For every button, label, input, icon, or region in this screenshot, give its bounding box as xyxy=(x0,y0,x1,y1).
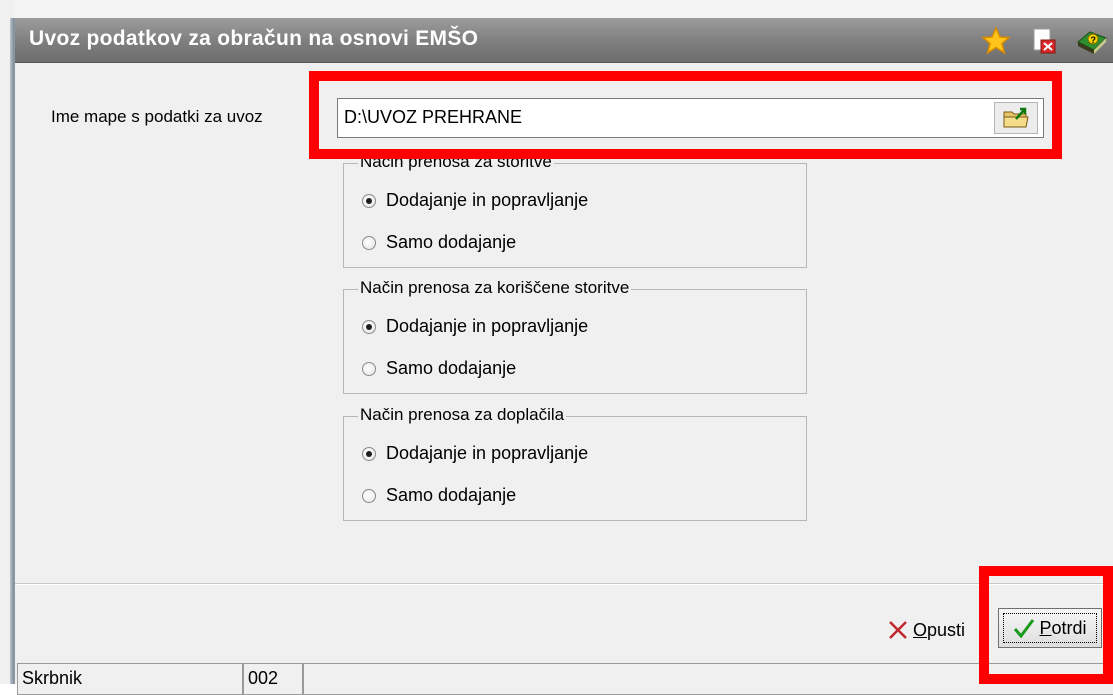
help-book-icon[interactable]: ? xyxy=(1076,25,1108,57)
radio-button[interactable] xyxy=(362,319,376,334)
radio-add-and-edit[interactable]: Dodajanje in popravljanje xyxy=(362,190,588,211)
window-title: Uvoz podatkov za obračun na osnovi EMŠO xyxy=(29,27,479,50)
radio-add-and-edit[interactable]: Dodajanje in popravljanje xyxy=(362,316,588,337)
close-x-icon xyxy=(889,621,907,639)
radio-button[interactable] xyxy=(362,361,376,376)
folder-browse-icon xyxy=(1003,107,1029,128)
star-icon[interactable] xyxy=(980,25,1012,57)
title-bar-icons: ? xyxy=(980,24,1113,58)
cancel-label: Opusti xyxy=(913,619,966,640)
radio-add-only[interactable]: Samo dodajanje xyxy=(362,232,516,253)
status-user: Skrbnik xyxy=(17,663,243,695)
divider xyxy=(15,584,1113,585)
radio-label: Samo dodajanje xyxy=(386,232,517,252)
radio-label: Dodajanje in popravljanje xyxy=(386,316,589,336)
svg-text:?: ? xyxy=(1091,35,1097,45)
status-extra xyxy=(303,663,1113,695)
radio-label: Dodajanje in popravljanje xyxy=(386,443,589,463)
close-document-icon[interactable] xyxy=(1028,25,1060,57)
radio-button[interactable] xyxy=(362,488,376,503)
focus-rect xyxy=(1003,613,1097,643)
radio-label: Samo dodajanje xyxy=(386,485,517,505)
radio-button[interactable] xyxy=(362,235,376,250)
cancel-button[interactable]: Opusti xyxy=(887,614,965,646)
group-used-services: Način prenosa za koriščene storitve Doda… xyxy=(343,278,807,394)
status-code: 002 xyxy=(243,663,303,695)
group-legend: Način prenosa za doplačila xyxy=(358,405,567,425)
import-dialog: Uvoz podatkov za obračun na osnovi EMŠO xyxy=(14,18,1113,695)
confirm-button[interactable]: Potrdi xyxy=(998,608,1102,648)
group-legend: Način prenosa za storitve xyxy=(358,152,554,172)
radio-add-only[interactable]: Samo dodajanje xyxy=(362,358,516,379)
group-surcharges: Način prenosa za doplačila Dodajanje in … xyxy=(343,405,807,521)
radio-add-and-edit[interactable]: Dodajanje in popravljanje xyxy=(362,443,588,464)
radio-label: Dodajanje in popravljanje xyxy=(386,190,589,210)
folder-label: Ime mape s podatki za uvoz xyxy=(51,107,263,126)
group-services: Način prenosa za storitve Dodajanje in p… xyxy=(343,152,807,268)
desktop-background xyxy=(0,0,1113,18)
radio-button[interactable] xyxy=(362,446,376,461)
folder-path-input[interactable]: D:\UVOZ PREHRANE xyxy=(337,98,1044,138)
radio-button[interactable] xyxy=(362,193,376,208)
title-bar[interactable]: Uvoz podatkov za obračun na osnovi EMŠO xyxy=(15,18,1113,63)
radio-label: Samo dodajanje xyxy=(386,358,517,378)
radio-add-only[interactable]: Samo dodajanje xyxy=(362,485,516,506)
browse-folder-button[interactable] xyxy=(994,102,1038,134)
group-legend: Način prenosa za koriščene storitve xyxy=(358,278,632,298)
